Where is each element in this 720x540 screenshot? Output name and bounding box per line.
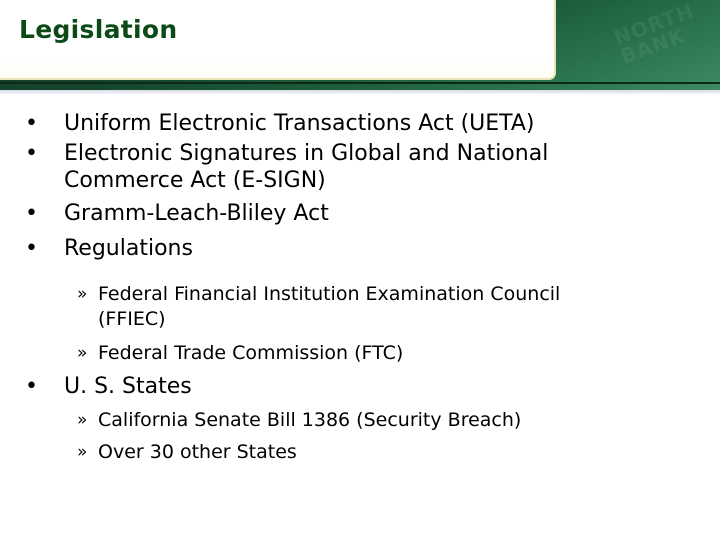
double-chevron-icon: » (77, 284, 88, 304)
header-divider (0, 90, 720, 94)
bullet-text: U. S. States (64, 374, 192, 399)
sub-bullet-text: California Senate Bill 1386 (Security Br… (98, 409, 522, 431)
bullet-text: Gramm-Leach-Bliley Act (64, 201, 329, 226)
slide-title: Legislation (19, 15, 178, 44)
bullet-text: Electronic Signatures in Global and Nati… (64, 141, 549, 166)
double-chevron-icon: » (77, 442, 88, 462)
sub-bullet-text: Over 30 other States (98, 441, 297, 463)
double-chevron-icon: » (77, 410, 88, 430)
title-panel: Legislation (0, 0, 556, 80)
slide: NORTH BANK Legislation • Uniform Electro… (0, 0, 720, 540)
bullet-dot-icon: • (25, 111, 38, 136)
bullet-dot-icon: • (25, 201, 38, 226)
bullet-dot-icon: • (25, 374, 38, 399)
sub-bullet-text: Federal Financial Institution Examinatio… (98, 283, 561, 305)
double-chevron-icon: » (77, 343, 88, 363)
bullet-text: Uniform Electronic Transactions Act (UET… (64, 111, 535, 136)
watermark-logo: NORTH BANK (610, 0, 698, 69)
bullet-text: Regulations (64, 236, 193, 261)
sub-bullet-text: Federal Trade Commission (FTC) (98, 342, 404, 364)
bullet-dot-icon: • (25, 236, 38, 261)
bullet-text: Commerce Act (E-SIGN) (64, 168, 326, 193)
sub-bullet-text: (FFIEC) (98, 308, 166, 330)
bullet-dot-icon: • (25, 141, 38, 166)
